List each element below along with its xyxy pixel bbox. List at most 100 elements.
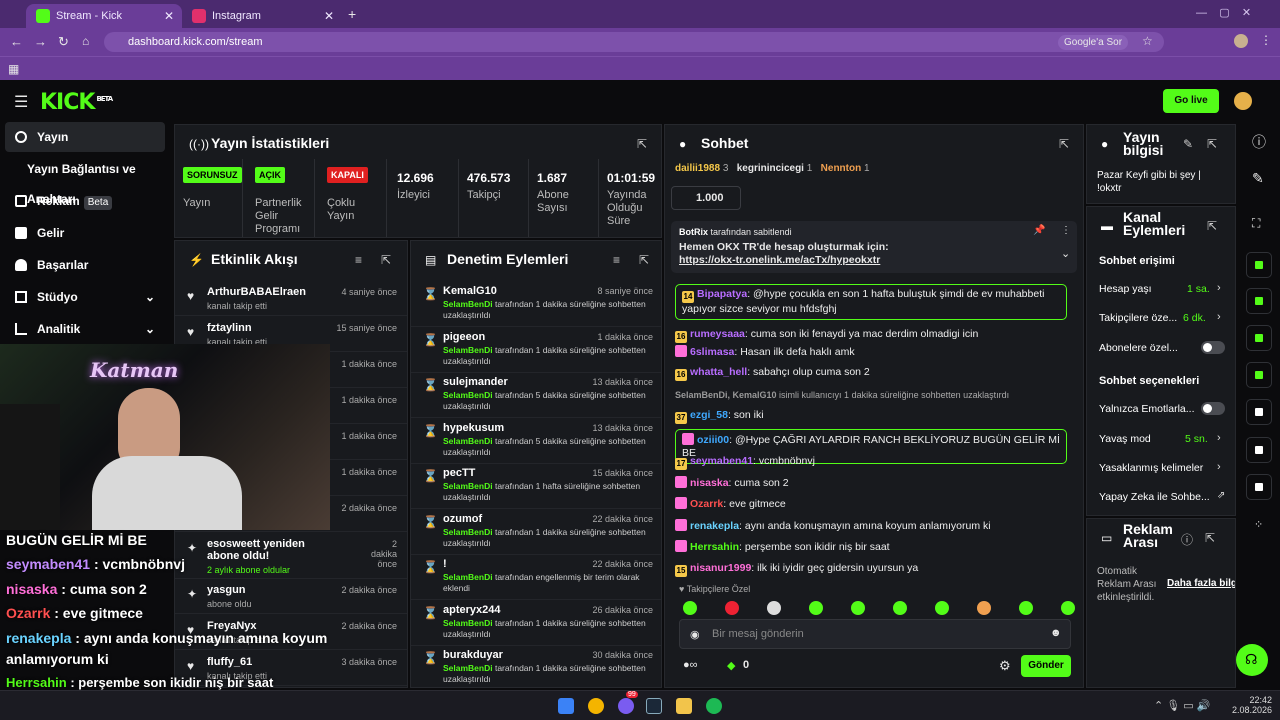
chat-username[interactable]: Herrsahin (690, 541, 739, 553)
chevron-right-icon[interactable]: › (1217, 461, 1221, 473)
subs-only-toggle[interactable] (1201, 341, 1225, 354)
tab-instagram[interactable]: Instagram ✕ (182, 4, 342, 28)
home-icon[interactable]: ⌂ (82, 34, 89, 48)
chevron-down-icon[interactable]: ⌄ (1061, 247, 1070, 260)
notes-button[interactable] (1246, 288, 1272, 314)
windows-start-icon[interactable] (558, 698, 574, 714)
sidebar-item-ads[interactable]: Reklam Beta (5, 186, 165, 216)
chat-username[interactable]: 6slimasa (690, 346, 734, 358)
popout-icon[interactable]: ⇱ (1059, 137, 1071, 151)
lightning-button[interactable] (1246, 252, 1272, 278)
chat-username[interactable]: SelamBenDi, KemalG10 (675, 390, 777, 400)
hamburger-menu-icon[interactable]: ☰ (14, 92, 28, 112)
smiley-icon[interactable]: ☻ (1050, 627, 1062, 639)
chat-username[interactable]: rumeysaaa (690, 328, 745, 340)
clock[interactable]: 22:42 2.08.2026 (1232, 695, 1272, 715)
popout-icon[interactable]: ⇱ (637, 137, 649, 151)
steam-icon[interactable] (646, 698, 662, 714)
popout-icon[interactable]: ⇱ (1205, 531, 1217, 545)
folder-icon[interactable] (676, 698, 692, 714)
pinned-link[interactable]: https://okx-tr.onelink.me/acTx/hypeokxtr (679, 254, 880, 266)
kick-logo[interactable]: KICK BETA (40, 90, 113, 115)
chat-username[interactable]: Ozarrk (690, 498, 723, 510)
fullscreen-icon[interactable]: ⛶ (1252, 216, 1260, 231)
window-controls[interactable]: — ▢ ✕ (1196, 6, 1251, 19)
broadcast-button[interactable] (1246, 362, 1272, 388)
emote-icon[interactable] (893, 601, 907, 615)
user-avatar[interactable] (1234, 92, 1252, 110)
emote-icon[interactable] (935, 601, 949, 615)
layout-button[interactable] (1246, 474, 1272, 500)
tray-icons[interactable]: ⌃ 🎙 ▭ 🔊 (1154, 699, 1210, 712)
chevron-right-icon[interactable]: › (1217, 282, 1221, 294)
emote-icon[interactable] (767, 601, 781, 615)
chevron-right-icon[interactable]: › (1217, 432, 1221, 444)
popout-icon[interactable]: ⇱ (381, 253, 393, 267)
chrome-icon[interactable] (588, 698, 604, 714)
go-live-button[interactable]: Go live (1163, 89, 1219, 113)
emote-icon[interactable] (683, 601, 697, 615)
filter-icon[interactable]: ≡ (355, 253, 367, 267)
emote-icon[interactable] (809, 601, 823, 615)
ask-google-button[interactable]: Google'a Sor (1058, 35, 1129, 50)
emote-icon[interactable] (977, 601, 991, 615)
external-link-icon[interactable]: ⇗ (1217, 490, 1225, 501)
new-tab-icon[interactable]: + (348, 6, 356, 22)
info-icon[interactable]: ⓘ (1252, 132, 1266, 152)
emotes-only-toggle[interactable] (1201, 402, 1225, 415)
profile-avatar[interactable] (1234, 34, 1248, 48)
menu-kebab-icon[interactable]: ⋮ (1260, 33, 1272, 47)
settings-gear-icon[interactable]: ⚙ (999, 658, 1011, 674)
chat-username[interactable]: ezgi_58 (690, 409, 728, 421)
bookmark-star-icon[interactable]: ☆ (1142, 34, 1153, 48)
users-infinity-icon[interactable]: ●∞ (683, 659, 698, 671)
dots-icon[interactable]: ⁘ (1254, 518, 1263, 531)
emote-icon[interactable] (1019, 601, 1033, 615)
close-tab-icon[interactable]: ✕ (324, 4, 334, 28)
emote-icon[interactable] (1061, 601, 1075, 615)
chat-button[interactable] (1246, 325, 1272, 351)
url-field[interactable]: dashboard.kick.com/stream (104, 32, 1164, 52)
reload-icon[interactable]: ↻ (58, 34, 69, 50)
chevron-right-icon[interactable]: › (1217, 311, 1221, 323)
edit-pencil-icon[interactable]: ✎ (1252, 170, 1264, 187)
emote-icon[interactable] (851, 601, 865, 615)
chat-username[interactable]: whatta_hell (690, 366, 747, 378)
sidebar-item-stream-key[interactable]: Yayın Bağlantısı ve Anahtarı (5, 154, 173, 206)
learn-more-link[interactable]: Daha fazla bilgi (1167, 578, 1235, 589)
chat-username[interactable]: renakepla (690, 520, 739, 532)
sidebar-item-revenue[interactable]: Gelir (5, 218, 165, 248)
send-button[interactable]: Gönder (1021, 655, 1071, 677)
sidebar-item-stream[interactable]: Yayın (5, 122, 165, 152)
tools-button[interactable] (1246, 437, 1272, 463)
chat-username[interactable]: oziii00 (697, 434, 729, 446)
sidebar-item-analytics[interactable]: Analitik ⌄ (5, 314, 165, 344)
sidebar-item-studio[interactable]: Stüdyo ⌄ (5, 282, 165, 312)
discord-icon[interactable]: 99 (618, 691, 638, 714)
chat-username[interactable]: seymaben41 (690, 455, 753, 467)
support-headset-button[interactable]: ☊ (1236, 644, 1268, 676)
forward-icon[interactable]: → (34, 34, 47, 49)
gift-counter[interactable]: 1.000 (671, 186, 741, 210)
emoji-icon[interactable]: ◉ (690, 628, 700, 641)
info-icon[interactable]: ⓘ (1181, 531, 1193, 547)
tab-kick[interactable]: Stream - Kick Dashboard ✕ (26, 4, 182, 46)
spotify-icon[interactable] (706, 698, 722, 714)
popout-icon[interactable]: ⇱ (1207, 219, 1219, 233)
chat-input[interactable]: ◉ Bir mesaj gönderin ☻ (679, 619, 1071, 649)
pin-icon[interactable]: 📌 (1033, 225, 1045, 236)
apps-grid-icon[interactable]: ▦ (8, 62, 19, 76)
chat-username[interactable]: nisaska (690, 477, 729, 489)
popout-icon[interactable]: ⇱ (1207, 137, 1219, 151)
chat-username[interactable]: nisanur1999 (690, 562, 751, 574)
menu-kebab-icon[interactable]: ⋮ (1061, 225, 1071, 236)
close-tab-icon[interactable]: ✕ (164, 4, 174, 28)
storage-button[interactable] (1246, 399, 1272, 425)
edit-pencil-icon[interactable]: ✎ (1183, 137, 1195, 151)
filter-icon[interactable]: ≡ (613, 253, 625, 267)
popout-icon[interactable]: ⇱ (639, 253, 651, 267)
emote-icon[interactable] (725, 601, 739, 615)
back-icon[interactable]: ← (10, 34, 23, 49)
chat-username[interactable]: Bipapatya (697, 288, 747, 300)
sidebar-item-achievements[interactable]: Başarılar (5, 250, 165, 280)
